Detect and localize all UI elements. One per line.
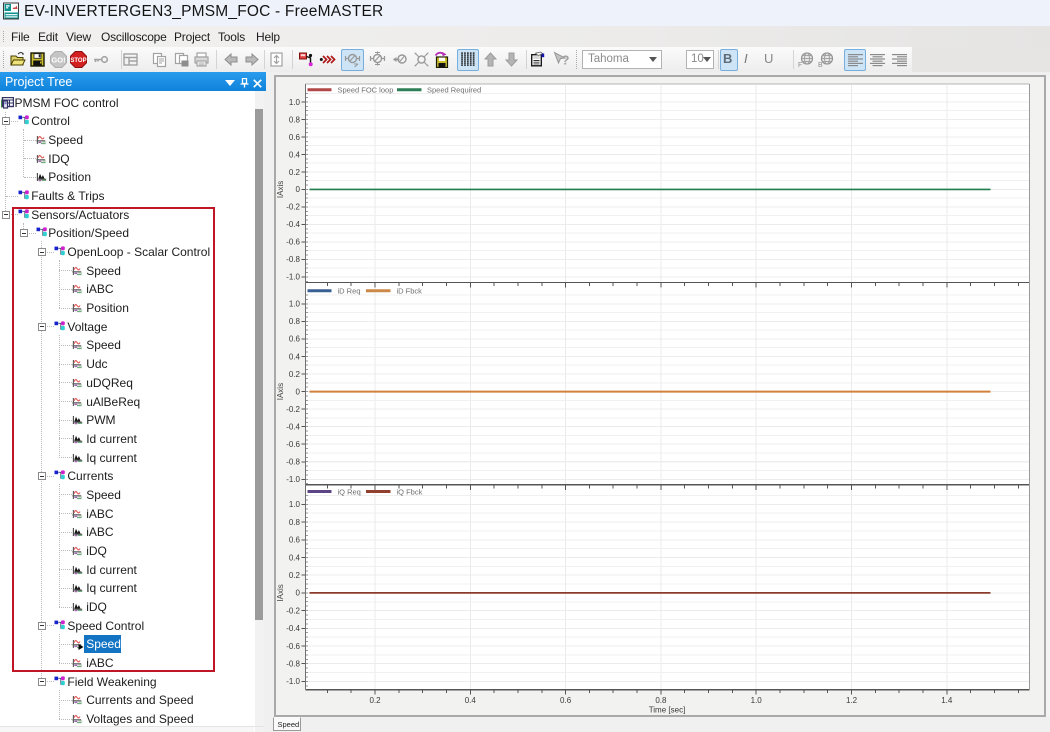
svg-text:-0.6: -0.6	[286, 440, 300, 449]
svg-text:Speed Required: Speed Required	[427, 86, 481, 95]
svg-text:0.4: 0.4	[465, 696, 477, 705]
svg-text:0.8: 0.8	[289, 317, 301, 326]
svg-text:-0.4: -0.4	[286, 220, 300, 229]
svg-text:IAxis: IAxis	[276, 181, 285, 198]
svg-text:Speed FOC loop: Speed FOC loop	[338, 86, 394, 95]
svg-text:-1.0: -1.0	[286, 273, 300, 282]
svg-text:-0.2: -0.2	[286, 203, 300, 212]
svg-text:iD Req: iD Req	[338, 287, 361, 296]
svg-text:0.6: 0.6	[289, 133, 301, 142]
svg-text:B: B	[818, 62, 823, 68]
svg-text:-1.0: -1.0	[286, 475, 300, 484]
svg-text:0: 0	[296, 387, 301, 396]
svg-text:0.8: 0.8	[655, 696, 667, 705]
svg-text:-0.4: -0.4	[286, 624, 300, 633]
svg-text:0.6: 0.6	[560, 696, 572, 705]
svg-text:-0.6: -0.6	[286, 642, 300, 651]
svg-text:0.4: 0.4	[289, 352, 301, 361]
svg-text:-0.2: -0.2	[286, 606, 300, 615]
svg-text:0.8: 0.8	[289, 115, 301, 124]
svg-text:0.6: 0.6	[289, 536, 301, 545]
svg-text:1.2: 1.2	[846, 696, 858, 705]
svg-text:iD Fbck: iD Fbck	[397, 287, 423, 296]
svg-text:0.2: 0.2	[289, 168, 301, 177]
svg-text:F: F	[798, 62, 802, 68]
svg-text:iQ Fbck: iQ Fbck	[397, 488, 423, 497]
svg-text:0.2: 0.2	[289, 370, 301, 379]
svg-text:STOP: STOP	[70, 58, 86, 64]
svg-text:0: 0	[296, 589, 301, 598]
svg-text:-1.0: -1.0	[286, 677, 300, 686]
svg-text:0: 0	[296, 185, 301, 194]
svg-text:0.8: 0.8	[289, 518, 301, 527]
svg-text:IAxis: IAxis	[276, 584, 285, 601]
svg-text:0.2: 0.2	[289, 571, 301, 580]
svg-text:-0.2: -0.2	[286, 405, 300, 414]
svg-text:Time [sec]: Time [sec]	[649, 706, 686, 715]
svg-text:1.0: 1.0	[751, 696, 763, 705]
svg-text:?: ?	[561, 53, 569, 68]
svg-text:GO!: GO!	[51, 55, 65, 64]
svg-text:-0.6: -0.6	[286, 238, 300, 247]
svg-text:1.0: 1.0	[289, 98, 301, 107]
svg-text:1.4: 1.4	[941, 696, 953, 705]
svg-text:0.4: 0.4	[289, 553, 301, 562]
svg-text:IAxis: IAxis	[276, 383, 285, 400]
svg-text:1.0: 1.0	[289, 500, 301, 509]
svg-text:1.0: 1.0	[289, 300, 301, 309]
svg-text:-0.8: -0.8	[286, 458, 300, 467]
svg-text:-0.4: -0.4	[286, 423, 300, 432]
svg-text:-0.8: -0.8	[286, 660, 300, 669]
svg-text:iQ Req: iQ Req	[338, 488, 361, 497]
svg-text:0.2: 0.2	[369, 696, 381, 705]
svg-text:0.4: 0.4	[289, 150, 301, 159]
svg-text:-0.8: -0.8	[286, 255, 300, 264]
svg-text:0.6: 0.6	[289, 335, 301, 344]
